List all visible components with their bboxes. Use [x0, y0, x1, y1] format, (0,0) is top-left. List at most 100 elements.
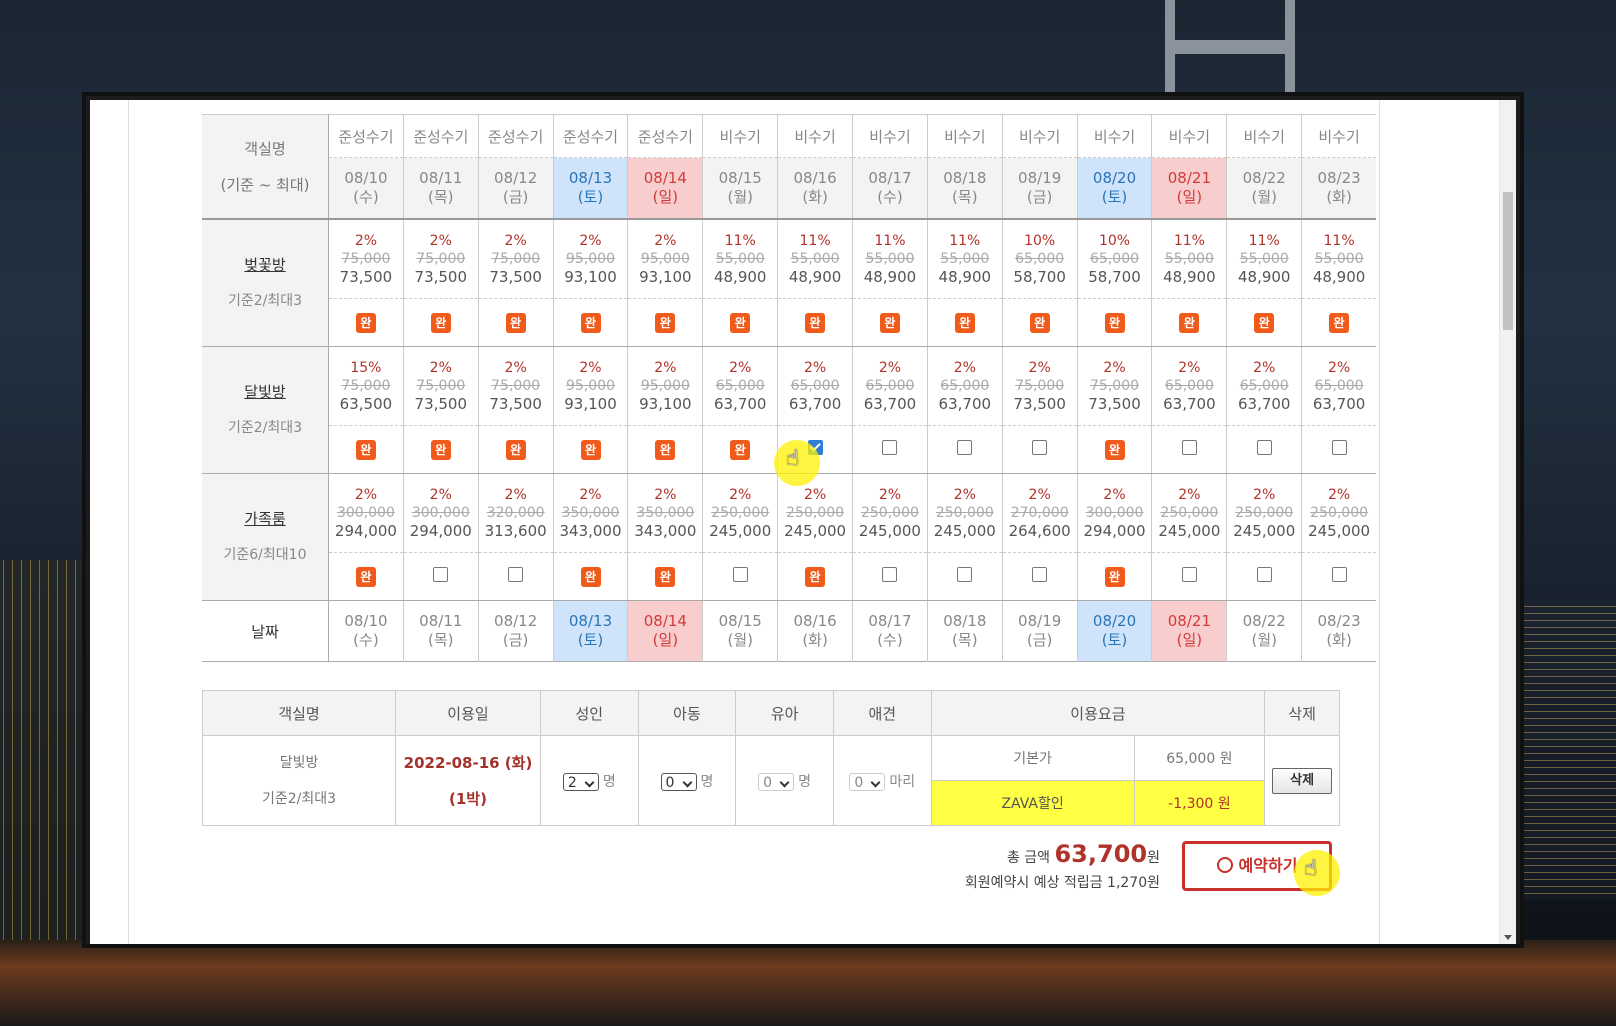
original-price: 250,000 [1310, 505, 1369, 521]
date-text: 08/19 [1018, 612, 1062, 630]
book-label: 예약하기 [1238, 856, 1298, 875]
final-price: 73,500 [489, 395, 542, 413]
final-price: 343,000 [634, 522, 697, 540]
room-checkbox[interactable] [508, 567, 524, 582]
room-name-link[interactable]: 벚꽃방 [202, 247, 328, 283]
season-cell: 비수기 [852, 114, 928, 158]
city-lights-right [1520, 600, 1616, 900]
date-text: 08/17 [868, 612, 912, 630]
price-cell: 10% 65,000 58,700 [1002, 219, 1078, 299]
sold-out-badge: 완 [655, 440, 676, 460]
scroll-down-arrow-icon[interactable] [1504, 935, 1512, 940]
original-price: 350,000 [636, 505, 695, 521]
sold-out-badge: 완 [954, 313, 975, 333]
delete-button[interactable]: 삭제 [1272, 767, 1333, 794]
date-text: 08/14 [643, 612, 687, 630]
avail-cell: 완 [1002, 298, 1078, 347]
avail-cell: 완 [403, 425, 479, 474]
price-cell: 2% 250,000 245,000 [927, 473, 1003, 553]
date-text: 08/10 [344, 169, 388, 187]
date-text: 08/11 [419, 612, 463, 630]
discount-pct: 10% [1024, 233, 1056, 249]
date-text: 08/16 [793, 612, 837, 630]
season-cell: 준성수기 [403, 114, 479, 158]
original-price: 270,000 [1010, 505, 1069, 521]
room-checkbox[interactable] [882, 440, 898, 455]
discount-pct: 2% [803, 487, 827, 503]
discount-pct: 2% [1327, 487, 1351, 503]
total-label: 총 금액 [1006, 850, 1051, 866]
discount-pct: 11% [1173, 233, 1205, 249]
child-select[interactable]: 0 [660, 772, 697, 791]
room-name-link[interactable]: 가족룸 [202, 501, 328, 537]
room-checkbox[interactable] [1032, 440, 1048, 455]
date-cell: 08/20 (토) [1077, 157, 1153, 220]
sold-out-badge: 완 [580, 567, 601, 587]
adult-select[interactable]: 2 [562, 772, 599, 791]
room-checkbox[interactable] [1181, 567, 1197, 582]
original-price: 95,000 [566, 378, 615, 394]
price-cell: 11% 55,000 48,900 [852, 219, 928, 299]
dow-text: (토) [1101, 188, 1128, 206]
avail-cell: 완 [927, 298, 1003, 347]
summary-room: 달빛방 기준2/최대3 [201, 735, 397, 826]
discount-pct: 2% [429, 233, 452, 249]
header-label-cell: 객실명 (기준 ~ 최대) [202, 114, 329, 220]
price-cell: 2% 75,000 73,500 [328, 219, 404, 299]
date-text: 08/11 [419, 169, 463, 187]
page-viewport: 객실명 (기준 ~ 최대) 준성수기 준성수기 준성수기 준성수기 준성수기 비수기 비수기 비수… [90, 100, 1516, 944]
hand-cursor-icon: ☝ [786, 446, 800, 471]
avail-cell [927, 425, 1003, 474]
price-cell: 2% 250,000 245,000 [777, 473, 854, 553]
season-cell: 준성수기 [627, 114, 704, 158]
room-checkbox[interactable] [1181, 440, 1197, 455]
room-price-row: 벚꽃방 기준2/최대3 2% 75,000 73,500 2% 75,000 73,500 2%… [202, 219, 1376, 347]
totals: 총 금액 63,700원 회원예약시 예상 적립금 1,270원 [930, 840, 1160, 892]
avail-cell [478, 552, 554, 601]
season-cell: 비수기 [1002, 114, 1078, 158]
scroll-thumb[interactable] [1503, 192, 1513, 330]
original-price: 250,000 [711, 505, 770, 521]
room-checkbox[interactable] [1331, 440, 1347, 455]
price-cell: 2% 300,000 294,000 [328, 473, 404, 553]
avail-cell [1002, 552, 1078, 601]
discount-pct: 11% [799, 233, 831, 249]
room-checkbox[interactable] [1032, 567, 1048, 582]
infant-select[interactable]: 0 [758, 772, 795, 791]
room-checkbox[interactable] [882, 567, 898, 582]
price-cell: 2% 95,000 93,100 [627, 346, 704, 426]
dow-text: (수) [877, 188, 903, 206]
discount-pct: 11% [949, 233, 981, 249]
room-checkbox[interactable] [732, 567, 748, 582]
room-name-link[interactable]: 달빛방 [202, 374, 328, 410]
room-checkbox[interactable] [1256, 567, 1272, 582]
date-text: 08/21 [1167, 169, 1211, 187]
room-checkbox[interactable] [433, 567, 449, 582]
room-checkbox[interactable] [957, 440, 973, 455]
room-checkbox[interactable] [1256, 440, 1272, 455]
road-lights [0, 940, 1616, 1026]
room-checkbox[interactable] [1331, 567, 1347, 582]
sold-out-badge: 완 [655, 567, 676, 587]
avail-cell [403, 552, 479, 601]
final-price: 58,700 [1013, 268, 1066, 286]
discount-pct: 2% [654, 487, 677, 503]
date-text: 08/22 [1242, 169, 1286, 187]
avail-cell: 완 [328, 425, 404, 474]
season-cell: 준성수기 [553, 114, 629, 158]
price-cell: 10% 65,000 58,700 [1077, 219, 1153, 299]
dow-text: (금) [1026, 631, 1053, 649]
avail-cell: 완 [627, 425, 704, 474]
discount-pct: 2% [729, 360, 752, 376]
vertical-scrollbar[interactable] [1499, 100, 1516, 944]
dow-text: (금) [502, 631, 529, 649]
col-room: 객실명 [201, 690, 397, 736]
original-price: 250,000 [1235, 505, 1294, 521]
original-price: 55,000 [1239, 251, 1289, 267]
final-price: 73,500 [489, 268, 542, 286]
avail-cell: 완 [1077, 298, 1153, 347]
room-checkbox[interactable] [957, 567, 973, 582]
pet-select[interactable]: 0 [849, 772, 886, 791]
footer-date-cell: 08/16 (화) [777, 600, 854, 662]
footer-date-cell: 08/18 (목) [927, 600, 1003, 662]
